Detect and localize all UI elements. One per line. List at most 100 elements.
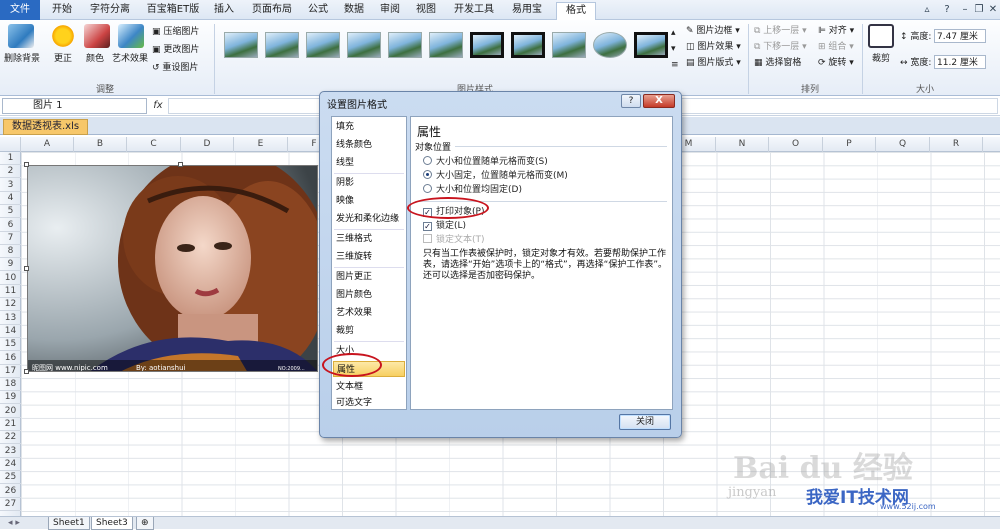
row-header[interactable]: 17 [0, 365, 21, 378]
reset-picture-button[interactable]: ↺ 重设图片 [152, 61, 198, 75]
send-backward-button[interactable]: ⧉ 下移一层 ▾ [754, 40, 807, 54]
row-header[interactable]: 23 [0, 445, 21, 458]
sheet-tab-sheet1[interactable]: Sheet1 [48, 517, 90, 530]
group-button[interactable]: ⊞ 组合 ▾ [818, 40, 854, 54]
nav-item[interactable]: 图片更正 [336, 269, 372, 285]
picture-style-4[interactable] [347, 32, 381, 58]
tab-data[interactable]: 数据 [338, 2, 370, 20]
close-button[interactable]: 关闭 [619, 414, 671, 430]
gallery-down-icon[interactable]: ▾ [671, 42, 676, 56]
tab-view[interactable]: 视图 [410, 2, 442, 20]
select-all-corner[interactable] [0, 137, 21, 152]
radio-move-dont-size[interactable]: 大小固定，位置随单元格而变(M) [423, 169, 568, 183]
column-header[interactable]: C [127, 137, 181, 152]
rotate-button[interactable]: ⟳ 旋转 ▾ [818, 56, 854, 70]
column-header[interactable]: A [21, 137, 74, 152]
tab-format[interactable]: 格式 [556, 2, 596, 21]
nav-item[interactable]: 发光和柔化边缘 [336, 211, 399, 227]
art-effects-button[interactable]: 艺术效果 [110, 51, 150, 64]
row-header[interactable]: 18 [0, 378, 21, 392]
nav-item[interactable]: 艺术效果 [336, 305, 372, 321]
picture-layout-button[interactable]: ▤ 图片版式 ▾ [686, 56, 741, 70]
row-header[interactable]: 2 [0, 165, 21, 179]
row-header[interactable]: 4 [0, 192, 21, 205]
column-header[interactable]: O [769, 137, 823, 152]
picture-style-7[interactable] [470, 32, 504, 58]
picture-effects-button[interactable]: ◫ 图片效果 ▾ [686, 40, 741, 54]
picture-style-9[interactable] [552, 32, 586, 58]
selection-pane-button[interactable]: ▦ 选择窗格 [754, 56, 801, 70]
picture-style-6[interactable] [429, 32, 463, 58]
row-header[interactable]: 20 [0, 405, 21, 418]
color-button[interactable]: 颜色 [80, 51, 110, 64]
resize-handle[interactable] [24, 266, 29, 271]
nav-item[interactable]: 阴影 [336, 175, 354, 191]
row-header[interactable]: 19 [0, 391, 21, 405]
column-header[interactable]: E [234, 137, 288, 152]
bring-forward-button[interactable]: ⧉ 上移一层 ▾ [754, 24, 807, 38]
row-header[interactable]: 9 [0, 258, 21, 272]
row-header[interactable]: 8 [0, 245, 21, 259]
row-header[interactable]: 5 [0, 205, 21, 219]
picture-border-button[interactable]: ✎ 图片边框 ▾ [686, 24, 740, 38]
radio-move-and-size[interactable]: 大小和位置随单元格而变(S) [423, 155, 548, 169]
compress-pictures-button[interactable]: ▣ 压缩图片 [152, 25, 199, 39]
nav-item[interactable]: 文本框 [336, 379, 363, 395]
crop-button[interactable]: 裁剪 [864, 51, 898, 64]
nav-item[interactable]: 映像 [336, 193, 354, 209]
height-input[interactable]: 7.47 厘米 [934, 29, 986, 43]
collapse-ribbon-icon[interactable]: ▵ [920, 3, 934, 16]
nav-item[interactable]: 可选文字 [336, 395, 372, 411]
close-icon[interactable]: X [643, 94, 675, 108]
locked-checkbox[interactable]: ✓ 锁定(L) [423, 219, 466, 233]
tab-baibaoxiang[interactable]: 百宝箱ET版 [142, 2, 204, 20]
column-header[interactable]: P [823, 137, 876, 152]
tab-insert[interactable]: 插入 [208, 2, 240, 20]
row-header[interactable]: 11 [0, 285, 21, 298]
sheet-nav-arrows[interactable]: ◂ ▸ [4, 517, 24, 530]
column-header[interactable]: R [930, 137, 983, 152]
workbook-tab[interactable]: 数据透视表.xls [3, 119, 89, 135]
align-button[interactable]: ⊫ 对齐 ▾ [818, 24, 854, 38]
row-header[interactable]: 27 [0, 498, 21, 511]
picture-style-2[interactable] [265, 32, 299, 58]
column-header[interactable]: Q [876, 137, 930, 152]
row-header[interactable]: 1 [0, 152, 21, 165]
row-header[interactable]: 14 [0, 325, 21, 338]
resize-handle[interactable] [24, 162, 29, 167]
help-icon[interactable]: ? [621, 94, 641, 108]
row-header[interactable]: 26 [0, 485, 21, 498]
row-header[interactable]: 13 [0, 312, 21, 325]
nav-item[interactable]: 填充 [336, 119, 354, 135]
picture-style-10[interactable] [593, 32, 627, 58]
row-header[interactable]: 21 [0, 418, 21, 431]
lock-text-checkbox[interactable]: 锁定文本(T) [423, 233, 485, 247]
tab-char-split[interactable]: 字符分离 [84, 2, 136, 20]
name-box[interactable]: 图片 1 [2, 98, 147, 114]
row-header[interactable]: 3 [0, 179, 21, 192]
row-header[interactable]: 12 [0, 298, 21, 312]
nav-item[interactable]: 线型 [336, 155, 354, 171]
tab-home[interactable]: 开始 [46, 2, 78, 20]
minimize-icon[interactable]: – [958, 3, 972, 16]
tab-page-layout[interactable]: 页面布局 [246, 2, 298, 20]
picture-style-11[interactable] [634, 32, 668, 58]
row-header[interactable]: 22 [0, 431, 21, 445]
row-header[interactable]: 10 [0, 272, 21, 285]
picture-style-3[interactable] [306, 32, 340, 58]
resize-handle[interactable] [24, 369, 29, 374]
column-header[interactable]: D [181, 137, 234, 152]
nav-item[interactable]: 三维格式 [336, 231, 372, 247]
nav-item[interactable]: 线条颜色 [336, 137, 372, 153]
nav-item[interactable]: 三维旋转 [336, 249, 372, 265]
tab-yiyongbao[interactable]: 易用宝 [506, 2, 548, 20]
restore-icon[interactable]: ❐ [972, 3, 986, 16]
picture-style-8[interactable] [511, 32, 545, 58]
column-header[interactable]: N [716, 137, 769, 152]
picture-style-1[interactable] [224, 32, 258, 58]
resize-handle[interactable] [178, 162, 183, 167]
row-header[interactable]: 15 [0, 338, 21, 352]
corrections-button[interactable]: 更正 [48, 51, 78, 64]
tab-file[interactable]: 文件 [0, 0, 40, 20]
gallery-up-icon[interactable]: ▴ [671, 26, 676, 40]
